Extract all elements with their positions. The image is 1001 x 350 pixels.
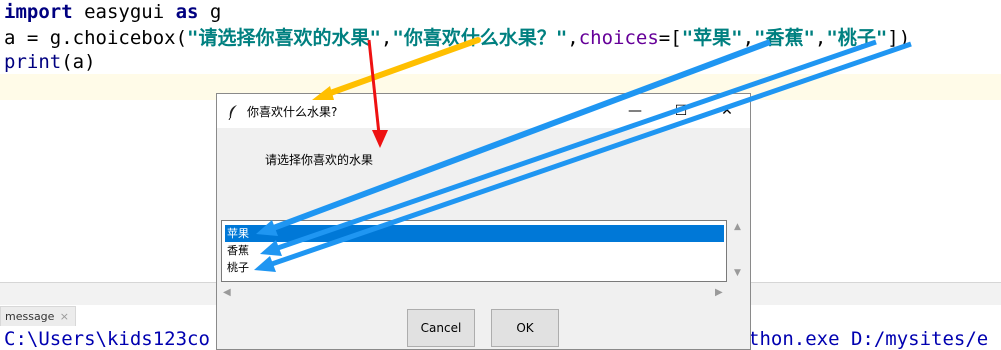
feather-icon <box>228 105 237 120</box>
string-msg: "请选择你喜欢的水果" <box>187 27 381 49</box>
builtin-print: print <box>4 51 62 73</box>
string-choice-3: "桃子" <box>826 27 888 49</box>
module-name: easygui <box>72 1 176 23</box>
code-line-1: import easygui as g <box>4 0 221 24</box>
maximize-button[interactable]: ☐ <box>658 94 704 128</box>
call-prefix: a = g.choicebox( <box>4 27 188 49</box>
minimize-icon: — <box>628 103 642 119</box>
tab-message[interactable]: message × <box>0 306 76 326</box>
comma: , <box>742 27 755 49</box>
string-title: "你喜欢什么水果？" <box>392 27 568 49</box>
dialog-title: 你喜欢什么水果? <box>247 105 338 119</box>
scroll-left-icon[interactable]: ◀ <box>223 287 231 298</box>
console-output: C:\Users\kids123co <box>4 328 210 350</box>
keyword-import: import <box>4 1 73 23</box>
choicebox-dialog: 你喜欢什么水果? — ☐ ✕ 请选择你喜欢的水果 苹果 香蕉 桃子 ▲ ▼ ◀ … <box>216 93 751 350</box>
ok-button[interactable]: OK <box>491 309 559 347</box>
string-choice-1: "苹果" <box>681 27 743 49</box>
maximize-icon: ☐ <box>674 103 688 119</box>
list-item-choice-1[interactable]: 苹果 <box>225 225 724 242</box>
kwarg-choices: choices <box>578 27 659 49</box>
console-output-tail: thon.exe D:/mysites/e <box>748 328 989 350</box>
scroll-down-icon[interactable]: ▼ <box>734 268 741 278</box>
dialog-titlebar[interactable]: 你喜欢什么水果? — ☐ ✕ <box>217 94 750 128</box>
comma: , <box>814 27 827 49</box>
close-button[interactable]: ✕ <box>704 94 750 128</box>
cancel-button[interactable]: Cancel <box>407 309 475 347</box>
keyword-as: as <box>175 1 199 23</box>
minimize-button[interactable]: — <box>612 94 658 128</box>
module-alias: g <box>198 1 222 23</box>
comma: , <box>567 27 579 49</box>
code-line-2: a = g.choicebox("请选择你喜欢的水果","你喜欢什么水果？",c… <box>4 26 910 50</box>
horizontal-scrollbar[interactable]: ◀ ▶ <box>221 286 727 302</box>
list-item-choice-3[interactable]: 桃子 <box>225 259 249 276</box>
list-item-choice-2[interactable]: 香蕉 <box>225 242 249 259</box>
print-args: (a) <box>61 51 96 73</box>
code-line-3: print(a) <box>4 50 96 74</box>
comma: , <box>380 27 393 49</box>
scroll-up-icon[interactable]: ▲ <box>734 222 741 232</box>
tab-label: message <box>5 310 55 323</box>
string-choice-2: "香蕉" <box>754 27 815 49</box>
choices-listbox[interactable]: 苹果 香蕉 桃子 <box>221 220 727 282</box>
close-icon: ✕ <box>721 103 733 119</box>
vertical-scrollbar[interactable]: ▲ ▼ <box>730 220 746 282</box>
equals-bracket: =[ <box>658 27 682 49</box>
scroll-right-icon[interactable]: ▶ <box>715 287 723 298</box>
tab-close-icon[interactable]: × <box>60 307 69 327</box>
call-suffix: ]) <box>887 27 911 49</box>
dialog-message: 请选择你喜欢的水果 <box>265 153 374 167</box>
